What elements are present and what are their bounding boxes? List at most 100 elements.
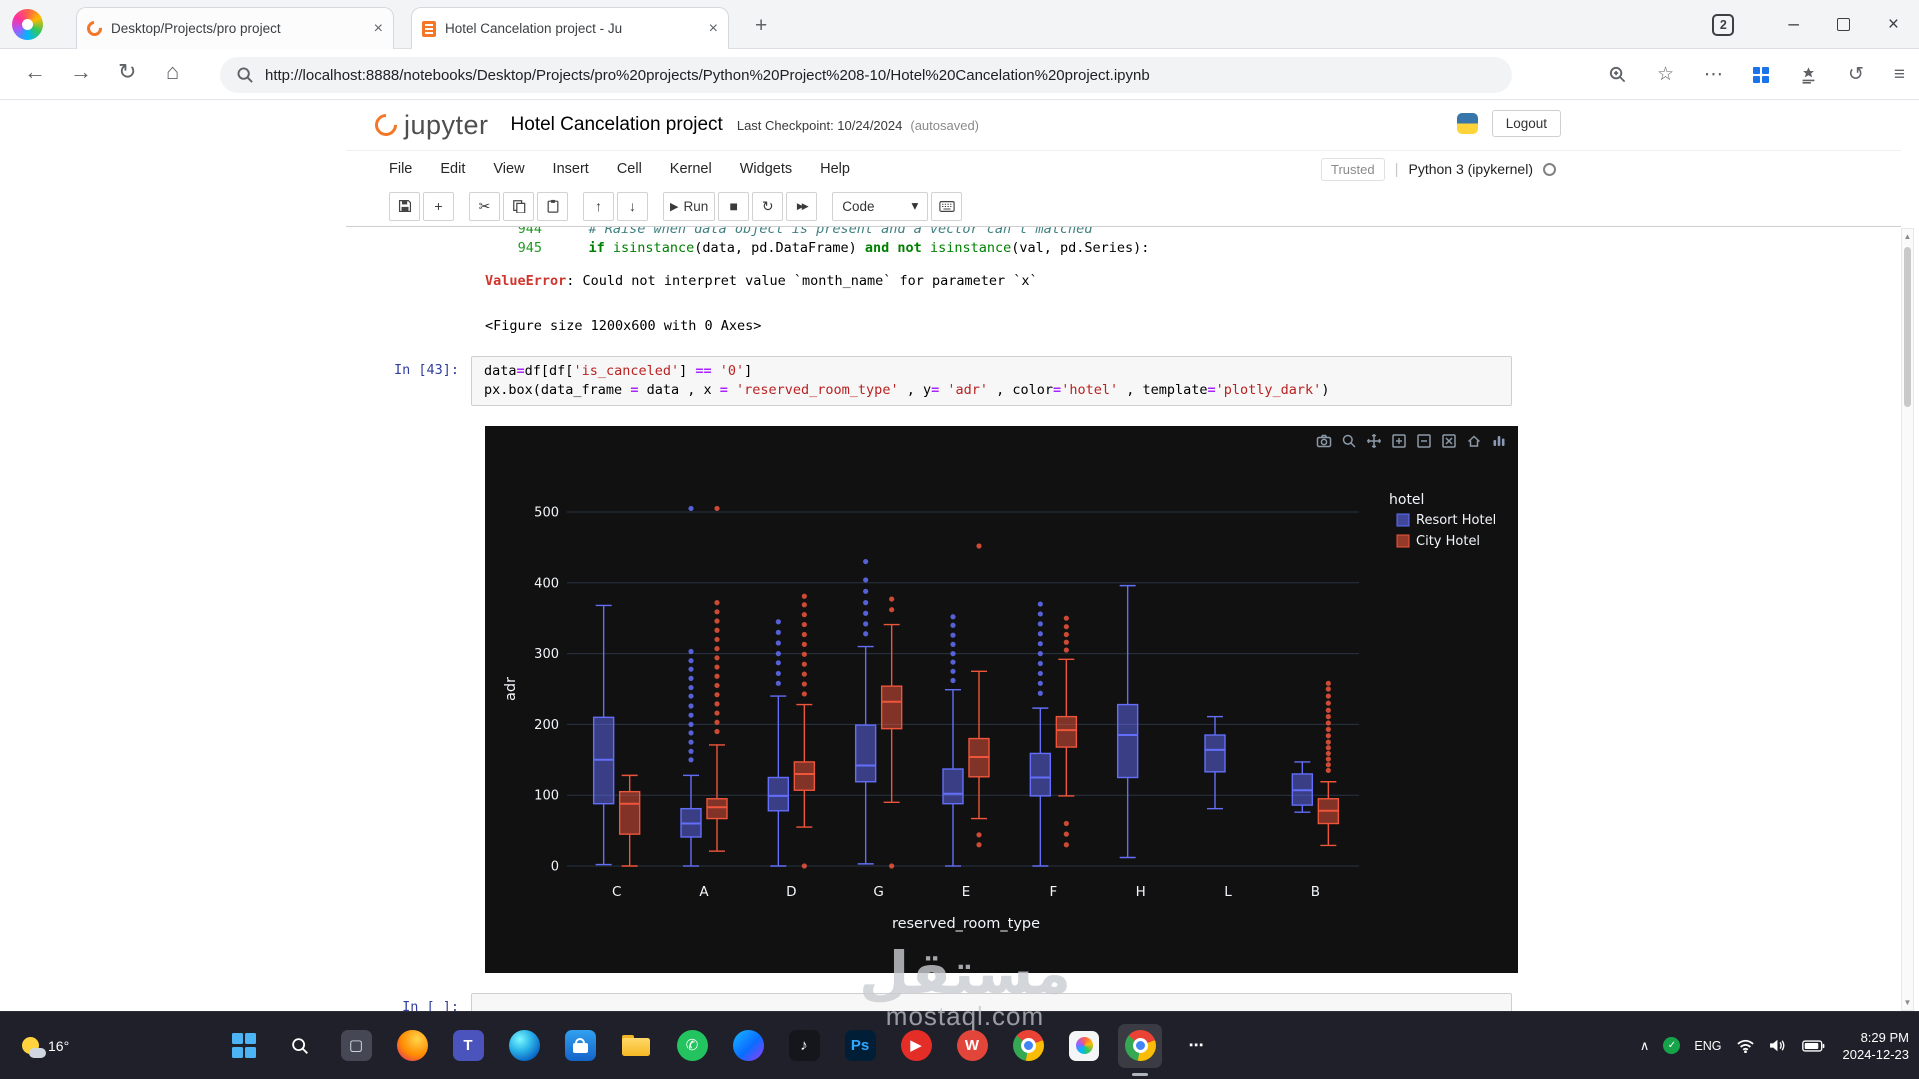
tray-chevron-icon[interactable]: ∧ [1640, 1038, 1650, 1054]
add-cell-button[interactable]: + [423, 191, 454, 221]
bookmarks-panel-icon[interactable] [1799, 65, 1818, 84]
microsoft-store-icon[interactable] [558, 1024, 602, 1068]
restart-run-all-button[interactable]: ▶▶ [786, 191, 818, 221]
menu-kernel[interactable]: Kernel [670, 161, 712, 177]
photoshop-icon[interactable]: Ps [838, 1024, 882, 1068]
browser-tab-1[interactable]: Desktop/Projects/pro project × [76, 7, 394, 49]
apps-grid-icon[interactable] [1752, 66, 1769, 83]
plotly-logo-icon[interactable] [1490, 432, 1508, 450]
command-palette-button[interactable] [931, 191, 963, 221]
system-tray: ∧ ✓ ENG 8:29 PM 2024-12-23 [1640, 1012, 1909, 1079]
wifi-icon[interactable] [1736, 1039, 1755, 1053]
browser-tab-2[interactable]: Hotel Cancelation project - Ju × [411, 7, 729, 49]
svg-text:L: L [1224, 884, 1232, 900]
notebook-title[interactable]: Hotel Cancelation project [511, 114, 723, 136]
scrollbar-down-icon[interactable]: ▼ [1902, 998, 1913, 1007]
interrupt-kernel-button[interactable]: ■ [718, 191, 750, 221]
taskbar-overflow-button[interactable]: ⋯ [1174, 1024, 1218, 1068]
start-button[interactable] [222, 1024, 266, 1068]
plotly-modebar [1315, 432, 1508, 450]
input-prompt: In [ ]: [402, 999, 459, 1011]
volume-icon[interactable] [1769, 1038, 1788, 1053]
menu-insert[interactable]: Insert [553, 161, 589, 177]
forward-button[interactable]: → [70, 61, 92, 83]
back-button[interactable]: ← [24, 61, 46, 83]
menu-widgets[interactable]: Widgets [740, 161, 792, 177]
browser-profile-icon[interactable] [12, 9, 43, 40]
bookmark-star-icon[interactable]: ☆ [1657, 65, 1674, 84]
jupyter-logo[interactable]: jupyter [370, 109, 489, 141]
traceback-output: 944 # Raise when data object is present … [485, 227, 1901, 258]
scrollbar-thumb[interactable] [1904, 247, 1911, 407]
restart-kernel-button[interactable]: ↻ [752, 191, 784, 221]
chrome-profile-icon[interactable] [1006, 1024, 1050, 1068]
scrollbar-up-icon[interactable]: ▲ [1902, 232, 1913, 241]
language-indicator[interactable]: ENG [1694, 1039, 1721, 1053]
browser-tabstrip: Desktop/Projects/pro project × Hotel Can… [0, 0, 1919, 49]
camera-icon[interactable] [1315, 432, 1333, 450]
save-button[interactable] [389, 191, 420, 221]
security-shield-icon[interactable]: ✓ [1663, 1037, 1681, 1054]
tab-count-badge[interactable]: 2 [1712, 13, 1735, 36]
pan-icon[interactable] [1365, 432, 1383, 450]
clock[interactable]: 8:29 PM 2024-12-23 [1839, 1029, 1910, 1063]
messenger-icon[interactable] [726, 1024, 770, 1068]
home-button[interactable]: ⌂ [166, 61, 179, 83]
svg-text:hotel: hotel [1389, 492, 1424, 508]
taskbar: 16° ▢ T ✆ ♪ Ps ▶ W ⋯ ∧ ✓ ENG 8:29 PM 2024-12-23 [0, 1011, 1919, 1079]
edge-icon[interactable] [502, 1024, 546, 1068]
zoom-in-icon[interactable] [1390, 432, 1408, 450]
menu-view[interactable]: View [493, 161, 524, 177]
new-tab-button[interactable]: + [755, 14, 767, 38]
browser-addressbar: ← → ↻ ⌂ http://localhost:8888/notebooks/… [0, 49, 1919, 100]
move-cell-down-button[interactable]: ↓ [617, 191, 648, 221]
browser-menu-icon[interactable]: ≡ [1894, 65, 1905, 84]
search-button[interactable] [278, 1024, 322, 1068]
run-button[interactable]: ▶ Run [663, 191, 716, 221]
paste-cell-button[interactable] [537, 191, 568, 221]
menu-cell[interactable]: Cell [617, 161, 642, 177]
reset-axes-icon[interactable] [1465, 432, 1483, 450]
chrome-active-icon[interactable] [1118, 1023, 1162, 1068]
url-bar[interactable]: http://localhost:8888/notebooks/Desktop/… [220, 57, 1512, 93]
more-options-icon[interactable]: ⋯ [1704, 65, 1723, 84]
menu-file[interactable]: File [389, 161, 412, 177]
zoom-search-icon[interactable] [1608, 65, 1627, 84]
weather-widget[interactable]: 16° [14, 1012, 77, 1079]
close-window-button[interactable]: × [1888, 15, 1899, 34]
battery-icon[interactable] [1801, 1039, 1825, 1052]
firefox-icon[interactable] [390, 1024, 434, 1068]
zoom-icon[interactable] [1340, 432, 1358, 450]
tab-close-icon[interactable]: × [709, 20, 718, 37]
menu-help[interactable]: Help [820, 161, 850, 177]
menu-edit[interactable]: Edit [440, 161, 465, 177]
code-input-area[interactable]: data=df[df['is_canceled'] == '0'] px.box… [471, 356, 1512, 406]
wps-office-icon[interactable]: W [950, 1024, 994, 1068]
move-cell-up-button[interactable]: ↑ [583, 191, 614, 221]
file-explorer-icon[interactable] [614, 1024, 658, 1068]
copy-cell-button[interactable] [503, 191, 534, 221]
cell-type-dropdown[interactable]: Code ▾ [832, 191, 929, 221]
minimize-button[interactable]: – [1788, 15, 1799, 34]
teams-icon[interactable]: T [446, 1024, 490, 1068]
photos-icon[interactable] [1062, 1024, 1106, 1068]
weather-icon [22, 1037, 46, 1058]
autosave-status: (autosaved) [910, 117, 980, 133]
autoscale-icon[interactable] [1440, 432, 1458, 450]
scrollbar[interactable]: ▲ ▼ [1901, 228, 1914, 1011]
tiktok-icon[interactable]: ♪ [782, 1024, 826, 1068]
reload-button[interactable]: ↻ [118, 61, 136, 83]
history-undo-icon[interactable]: ↺ [1848, 65, 1864, 84]
tab-close-icon[interactable]: × [374, 20, 383, 37]
cut-cell-button[interactable]: ✂ [469, 191, 500, 221]
whatsapp-icon[interactable]: ✆ [670, 1024, 714, 1068]
plotly-chart: 0 100 200 300 400 500 C A D G E F H L Breserved_room_t… [485, 426, 1518, 973]
maximize-button[interactable] [1836, 18, 1850, 31]
zoom-out-icon[interactable] [1415, 432, 1433, 450]
svg-text:Resort Hotel: Resort Hotel [1416, 513, 1496, 528]
task-view-button[interactable]: ▢ [334, 1024, 378, 1068]
code-input-area[interactable] [471, 993, 1512, 1011]
trusted-badge[interactable]: Trusted [1320, 157, 1385, 181]
youtube-icon[interactable]: ▶ [894, 1024, 938, 1068]
logout-button[interactable]: Logout [1491, 110, 1561, 137]
